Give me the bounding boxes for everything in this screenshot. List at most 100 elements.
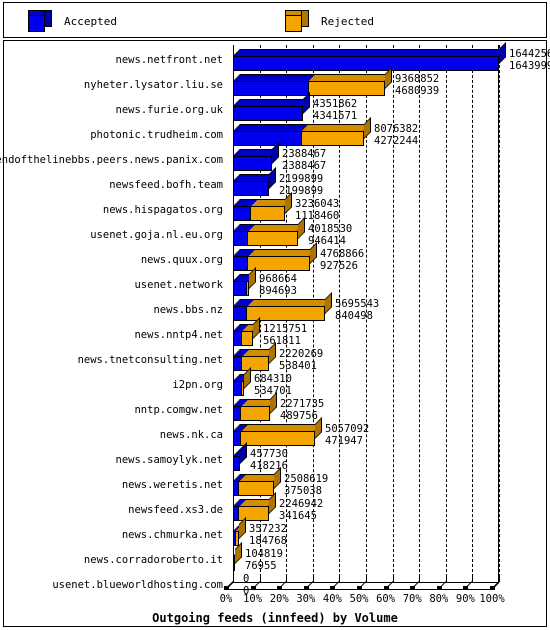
stacked-bar: [233, 317, 260, 346]
stacked-bar: [233, 192, 292, 221]
bar-value-labels: 684310 534701: [254, 373, 292, 397]
value-total: 9368852: [395, 73, 440, 85]
bar-segment-rejected: [241, 356, 269, 371]
bar-top-face: [233, 224, 305, 231]
stacked-bar: [233, 517, 246, 546]
stacked-bar: [233, 92, 310, 121]
stacked-bar: [233, 467, 281, 496]
bar-segment-accepted: [233, 106, 303, 121]
stacked-bar: [233, 267, 256, 296]
bar-top-face: [233, 199, 292, 206]
bar-segment-accepted: [233, 231, 248, 246]
category-label: news.furie.org.uk: [115, 104, 223, 116]
bar-value-labels: 457730 418216: [250, 448, 288, 472]
bar-segment-accepted: [233, 181, 269, 196]
legend-label-rejected: Rejected: [321, 14, 374, 28]
value-accepted: 840498: [335, 309, 373, 322]
x-tick-label: 80%: [429, 593, 449, 605]
bar-row: newsfeed.bofh.team 2199899 2199899: [4, 167, 546, 198]
bar-segment-rejected: [250, 206, 285, 221]
bar-row: usenet.goja.nl.eu.org 4018530 946414: [4, 217, 546, 248]
stacked-bar: [233, 342, 276, 371]
value-accepted: 184768: [249, 534, 287, 547]
stacked-bar: [233, 42, 506, 71]
bar-value-labels: 8076382 4272244: [374, 123, 419, 147]
value-accepted: 471947: [325, 434, 363, 447]
value-total: 5695543: [335, 298, 380, 310]
value-total: 4018530: [308, 223, 353, 235]
value-total: 4351862: [313, 98, 358, 110]
value-accepted: 76955: [245, 559, 277, 572]
stacked-bar: [233, 142, 279, 171]
bar-row: news.hispagatos.org 3236043 1118460: [4, 192, 546, 223]
value-accepted: 927526: [320, 259, 358, 272]
category-label: photonic.trudheim.com: [90, 129, 223, 141]
category-label: news.weretis.net: [121, 479, 223, 491]
value-accepted: 375038: [284, 484, 322, 497]
bar-row: nntp.comgw.net 2271735 489756: [4, 392, 546, 423]
bar-segment-accepted: [233, 56, 499, 71]
stacked-bar: [233, 492, 276, 521]
value-total: 457730: [250, 448, 288, 460]
value-total: 357232: [249, 523, 287, 535]
x-tick-label: 40%: [322, 593, 342, 605]
bar-row: news.netfront.net 1644256916439998: [4, 42, 550, 73]
bar-top-face: [233, 124, 371, 131]
bar-row: news.samoylyk.net 457730 418216: [4, 442, 546, 473]
bar-segment-rejected: [240, 406, 270, 421]
bar-segment-accepted: [233, 256, 248, 271]
category-label: news.chmurka.net: [121, 529, 223, 541]
category-label: i2pn.org: [172, 379, 223, 391]
bar-segment-rejected: [238, 481, 274, 496]
bar-segment-rejected: [241, 331, 253, 346]
value-total: 2220269: [279, 348, 324, 360]
bar-row: news.tnetconsulting.net 2220269 538401: [4, 342, 546, 373]
bar-value-labels: 2508619 375038: [284, 473, 329, 497]
bar-value-labels: 4768866 927526: [320, 248, 364, 272]
bar-top-face: [233, 299, 332, 306]
category-label: usenet.goja.nl.eu.org: [90, 229, 223, 241]
bar-side-face: [499, 42, 506, 64]
value-total: 2388467: [282, 148, 327, 160]
bar-segment-rejected: [240, 431, 315, 446]
value-accepted: 4272244: [374, 134, 419, 147]
value-total: 1215751: [263, 323, 308, 335]
value-total: 684310: [254, 373, 292, 385]
bar-top-face: [233, 99, 310, 106]
category-label: newsfeed.xs3.de: [128, 504, 223, 516]
bar-segment-rejected: [247, 256, 310, 271]
stacked-bar: [233, 392, 277, 421]
bar-row: news.furie.org.uk 4351862 4341571: [4, 92, 546, 123]
x-tick-label: 100%: [479, 593, 505, 605]
x-tick-label: 10%: [243, 593, 263, 605]
value-total: 104819: [245, 548, 283, 560]
bar-value-labels: 357232 184768: [249, 523, 287, 547]
cube-icon-rejected: [285, 10, 309, 32]
category-label: news.tnetconsulting.net: [77, 354, 223, 366]
bar-segment-accepted: [233, 281, 247, 296]
category-label: news.netfront.net: [115, 54, 223, 66]
value-total: 5057092: [325, 423, 370, 435]
bar-row: newsfeed.xs3.de 2246942 341645: [4, 492, 546, 523]
bar-segment-accepted: [233, 206, 251, 221]
bar-segment-rejected: [308, 81, 385, 96]
stacked-bar: [233, 242, 317, 271]
category-label: news.hispagatos.org: [102, 204, 223, 216]
legend-entry-accepted: Accepted: [28, 3, 117, 39]
value-total: 2508619: [284, 473, 329, 485]
value-total: 2246942: [279, 498, 324, 510]
stacked-bar: [233, 367, 251, 396]
value-accepted: 16439998: [509, 59, 550, 72]
value-total: 2271735: [280, 398, 325, 410]
value-total: 968664: [259, 273, 297, 285]
bar-value-labels: 2220269 538401: [279, 348, 324, 372]
value-total: 0: [243, 573, 250, 585]
x-tick-label: 90%: [455, 593, 475, 605]
bar-row: news.bbs.nz 5695543 840498: [4, 292, 546, 323]
bar-top-face: [233, 424, 322, 431]
category-label: nyheter.lysator.liu.se: [83, 79, 223, 91]
bar-value-labels: 2199899 2199899: [279, 173, 323, 197]
category-label: news.quux.org: [140, 254, 223, 266]
value-accepted: 894693: [259, 284, 297, 297]
bar-top-face: [233, 74, 392, 81]
